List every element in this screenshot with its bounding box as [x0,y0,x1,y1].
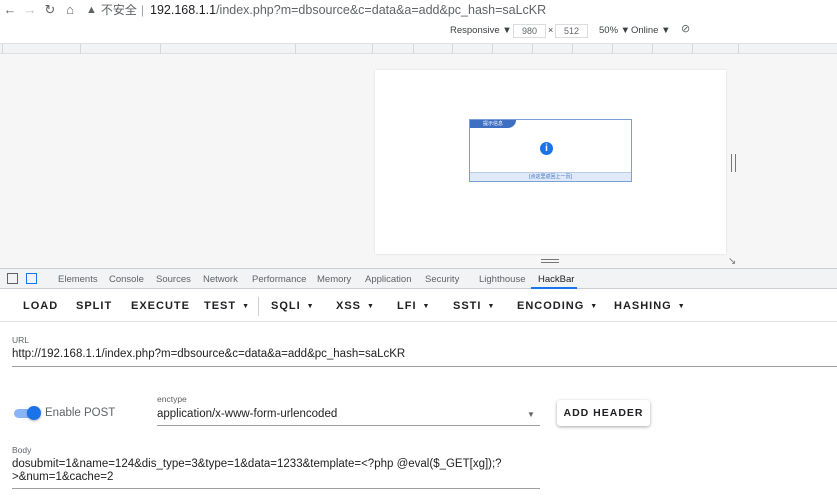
viewport-height-input[interactable]: 512 [555,24,588,38]
media-query-ruler [0,43,837,54]
bottom-resize-handle[interactable] [541,259,559,263]
hackbar-menu: LOAD SPLIT EXECUTE TEST ▼ SQLI ▼ XSS ▼ LFI ▼… [0,290,837,322]
ssti-menu[interactable]: SSTI ▼ [453,300,495,312]
lfi-menu-label: LFI [397,300,417,312]
tab-sources[interactable]: Sources [156,274,191,285]
tab-console[interactable]: Console [109,274,144,285]
enable-post-toggle[interactable] [12,406,41,420]
tab-performance[interactable]: Performance [252,274,306,285]
dialog-back-link[interactable]: [点这里返回上一页] [470,172,631,181]
hashing-menu[interactable]: HASHING ▼ [614,300,686,312]
enable-post-label: Enable POST [45,407,116,419]
ssti-menu-label: SSTI [453,300,482,312]
network-throttle-select[interactable]: Online ▼ [631,25,671,36]
reload-icon[interactable]: ↻ [40,0,60,19]
forward-arrow-icon[interactable]: → [20,0,40,19]
tab-elements[interactable]: Elements [58,274,98,285]
device-select[interactable]: Responsive ▼ [450,25,512,36]
address-bar[interactable]: ▲ 不安全 | 192.168.1.1/index.php?m=dbsource… [86,0,546,19]
split-button[interactable]: SPLIT [76,300,112,312]
url-label: URL [12,335,30,345]
enctype-select[interactable]: application/x-www-form-urlencoded [157,408,337,420]
device-toggle-icon[interactable] [26,273,37,284]
tab-memory[interactable]: Memory [317,274,351,285]
active-tab-indicator [531,287,577,289]
body-label: Body [12,445,32,455]
device-viewport: 提示信息 i [点这里返回上一页] ↘ [0,54,837,268]
load-button[interactable]: LOAD [23,300,58,312]
info-icon: i [540,142,553,155]
toggle-knob [27,406,41,420]
tab-hackbar[interactable]: HackBar [538,274,574,285]
viewport-width-input[interactable]: 980 [513,24,546,38]
body-field-underline [12,488,540,489]
xss-menu[interactable]: XSS ▼ [336,300,375,312]
enctype-label: enctype [157,394,187,404]
enctype-dropdown-icon[interactable]: ▼ [527,410,535,419]
back-arrow-icon[interactable]: ← [0,0,20,19]
inspect-element-icon[interactable] [7,273,18,284]
enctype-underline [157,425,540,426]
browser-toolbar: ← → ↻ ⌂ ▲ 不安全 | 192.168.1.1/index.php?m=… [0,0,837,19]
address-separator: | [140,2,145,17]
tab-security[interactable]: Security [425,274,459,285]
xss-menu-label: XSS [336,300,362,312]
corner-resize-icon[interactable]: ↘ [728,257,737,267]
lfi-menu[interactable]: LFI ▼ [397,300,430,312]
address-host[interactable]: 192.168.1.1 [150,3,216,17]
caret-down-icon: ▼ [306,303,315,310]
caret-down-icon: ▼ [677,303,686,310]
tab-lighthouse[interactable]: Lighthouse [479,274,525,285]
device-toolbar: Responsive ▼ 980 × 512 50% ▼ Online ▼ ⊘ [0,19,837,43]
add-header-button[interactable]: ADD HEADER [557,400,650,426]
caret-down-icon: ▼ [590,303,599,310]
rotate-icon[interactable]: ⊘ [681,22,690,35]
url-field-underline [12,366,837,367]
security-label[interactable]: 不安全 [101,1,137,18]
hashing-menu-label: HASHING [614,300,672,312]
warning-icon[interactable]: ▲ [86,4,97,16]
home-icon[interactable]: ⌂ [60,0,80,19]
execute-button[interactable]: EXECUTE [131,300,190,312]
caret-down-icon: ▼ [487,303,496,310]
message-dialog: 提示信息 i [点这里返回上一页] [469,119,632,182]
tab-network[interactable]: Network [203,274,238,285]
zoom-select[interactable]: 50% ▼ [599,25,630,36]
menu-divider [258,297,259,316]
right-resize-handle[interactable] [731,154,736,172]
address-path[interactable]: /index.php?m=dbsource&c=data&a=add&pc_ha… [216,3,546,17]
sqli-menu-label: SQLI [271,300,301,312]
encoding-menu[interactable]: ENCODING ▼ [517,300,598,312]
devtools-tabbar: Elements Console Sources Network Perform… [0,268,837,289]
dimension-times: × [548,25,554,35]
tab-application[interactable]: Application [365,274,411,285]
caret-down-icon: ▼ [422,303,431,310]
sqli-menu[interactable]: SQLI ▼ [271,300,315,312]
url-field[interactable]: http://192.168.1.1/index.php?m=dbsource&… [12,348,405,360]
dialog-title: 提示信息 [483,121,504,127]
test-menu[interactable]: TEST ▼ [204,300,250,312]
caret-down-icon: ▼ [242,303,251,310]
emulated-page: 提示信息 i [点这里返回上一页] [375,70,726,254]
encoding-menu-label: ENCODING [517,300,585,312]
test-menu-label: TEST [204,300,237,312]
caret-down-icon: ▼ [367,303,375,310]
dialog-header: 提示信息 [470,120,516,128]
body-field[interactable]: dosubmit=1&name=124&dis_type=3&type=1&da… [12,458,532,484]
